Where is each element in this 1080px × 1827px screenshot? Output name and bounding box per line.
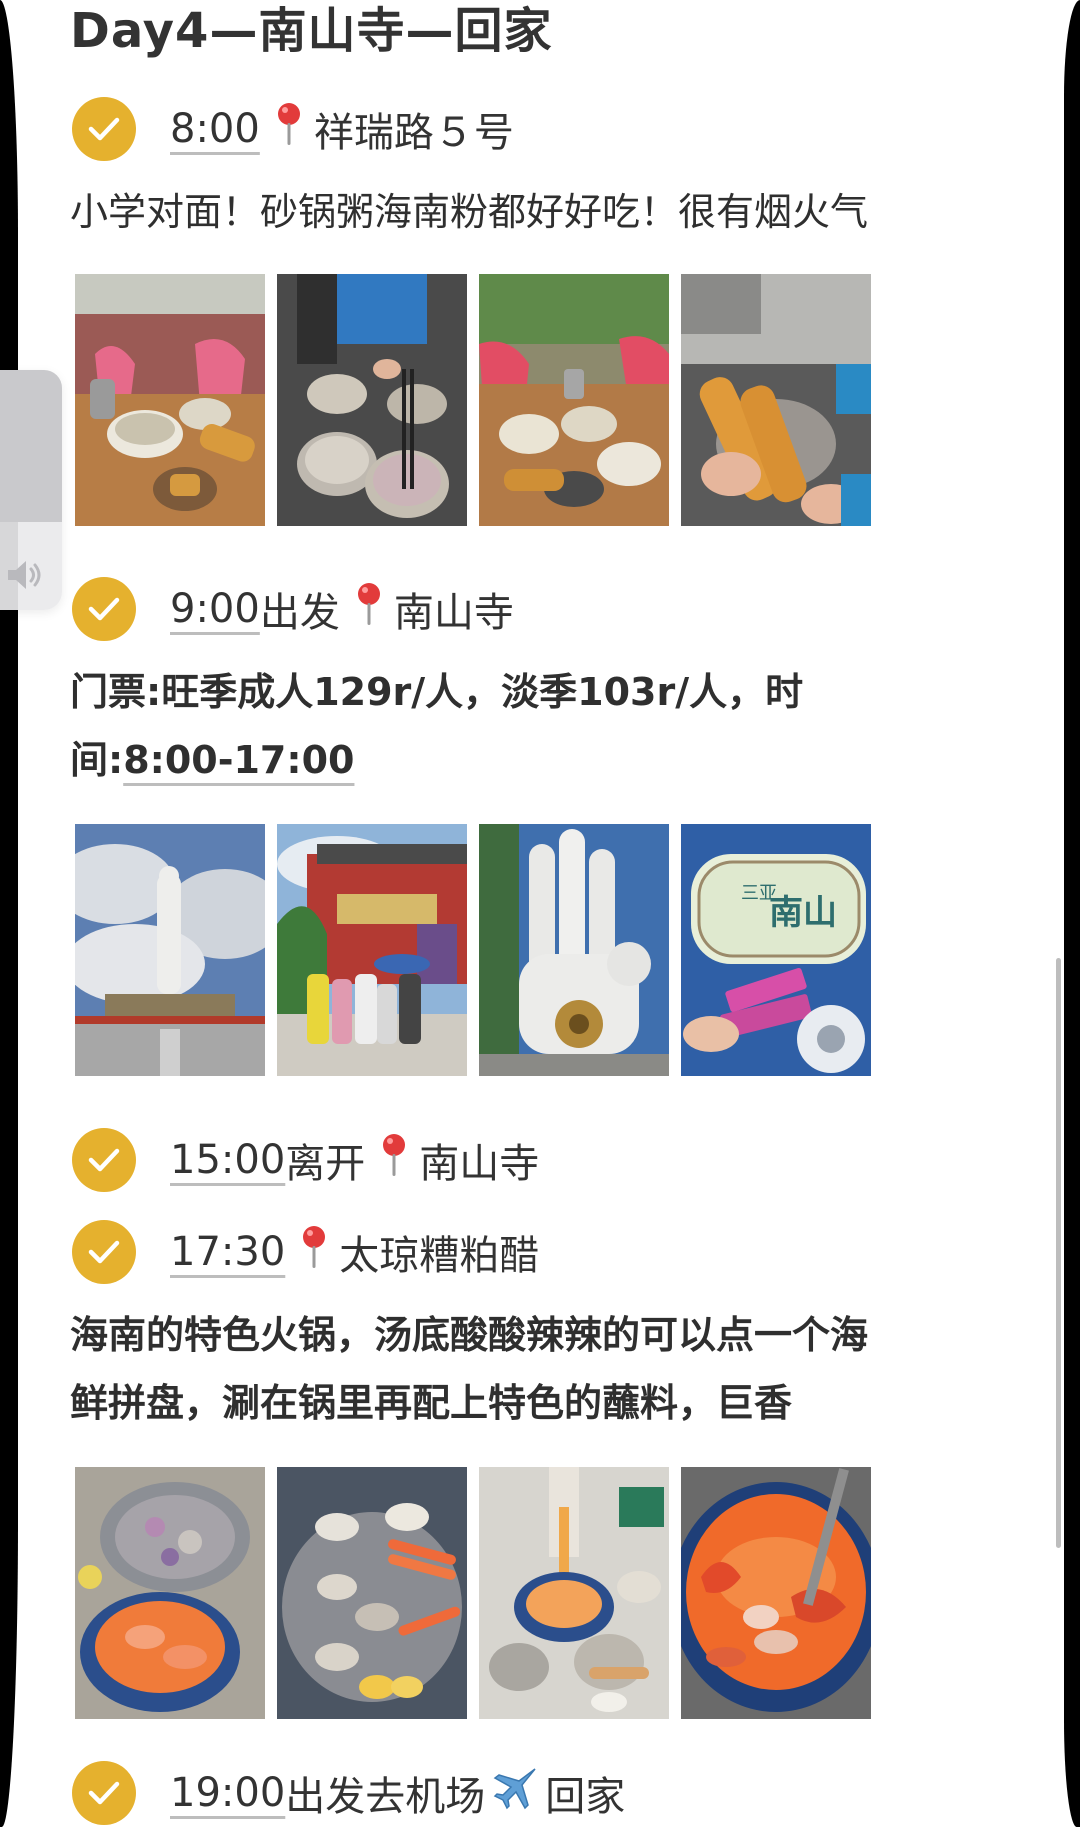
step-time: 15:00	[170, 1137, 286, 1183]
location-pin-icon	[299, 1224, 329, 1280]
airplane-icon	[491, 1765, 539, 1821]
check-circle-icon[interactable]	[72, 97, 136, 161]
photo-hotpot-1[interactable]	[75, 1467, 265, 1719]
photo-breakfast-1[interactable]	[75, 274, 265, 526]
check-circle-icon[interactable]	[72, 577, 136, 641]
widget-handle[interactable]	[0, 370, 62, 522]
dinner-line-1: 海南的特色火锅，汤底酸酸辣辣的可以点一个海	[70, 1313, 869, 1357]
step-airport: 19:00 出发去机场 回家	[72, 1760, 625, 1826]
photo-temple-3[interactable]	[479, 824, 669, 1076]
location-pin-icon	[354, 581, 384, 637]
photo-temple-4[interactable]: 三亚 南山	[681, 824, 871, 1076]
step-temple-leave: 15:00 离开 南山寺	[72, 1127, 539, 1193]
photo-hotpot-3[interactable]	[479, 1467, 669, 1719]
step-time: 17:30	[170, 1229, 286, 1275]
photo-hotpot-2[interactable]	[277, 1467, 467, 1719]
step-time: 19:00	[170, 1770, 286, 1816]
check-circle-icon[interactable]	[72, 1128, 136, 1192]
photo-breakfast-4[interactable]	[681, 274, 871, 526]
sign-main-text: 南山	[769, 893, 837, 933]
location-pin-icon	[274, 101, 304, 157]
step-place: 南山寺	[419, 1141, 540, 1187]
hours-prefix: 间:	[70, 738, 124, 782]
gallery-hotpot	[75, 1467, 871, 1719]
temple-description: 门票:旺季成人129r/人，淡季103r/人，时 间:8:00-17:00	[70, 658, 980, 794]
left-edge-shadow	[0, 0, 18, 1827]
step-time: 8:00	[170, 106, 260, 152]
day-title: Day4—南山寺—回家	[70, 3, 553, 59]
photo-breakfast-3[interactable]	[479, 274, 669, 526]
photo-hotpot-4[interactable]	[681, 1467, 871, 1719]
temple-hours: 8:00-17:00	[123, 738, 355, 782]
photo-temple-2[interactable]	[277, 824, 467, 1076]
step-dinner: 17:30 太琼糟粕醋	[72, 1219, 539, 1285]
step-breakfast: 8:00 祥瑞路５号	[72, 96, 514, 162]
temple-ticket-line: 门票:旺季成人129r/人，淡季103r/人，时	[70, 670, 804, 714]
photo-breakfast-2[interactable]	[277, 274, 467, 526]
step-action: 离开	[285, 1141, 366, 1187]
step-place: 南山寺	[393, 590, 514, 636]
speaker-icon[interactable]	[6, 558, 44, 596]
step-action: 出发	[259, 590, 340, 636]
dinner-line-2: 鲜拼盘，涮在锅里再配上特色的蘸料，巨香	[70, 1381, 793, 1425]
check-circle-icon[interactable]	[72, 1761, 136, 1825]
step-place: 祥瑞路５号	[313, 110, 514, 156]
breakfast-description: 小学对面！砂锅粥海南粉都好好吃！很有烟火气	[70, 190, 869, 234]
right-edge-shadow	[1064, 0, 1080, 1827]
step-temple-depart: 9:00 出发 南山寺	[72, 576, 514, 642]
step-place: 太琼糟粕醋	[339, 1233, 540, 1279]
step-time: 9:00	[170, 586, 260, 632]
step-place: 回家	[545, 1774, 626, 1820]
scrollbar[interactable]	[1056, 958, 1061, 1548]
gallery-temple: 三亚 南山	[75, 824, 871, 1076]
step-action: 出发去机场	[285, 1774, 486, 1820]
photo-temple-1[interactable]	[75, 824, 265, 1076]
gallery-breakfast	[75, 274, 871, 526]
dinner-description: 海南的特色火锅，汤底酸酸辣辣的可以点一个海 鲜拼盘，涮在锅里再配上特色的蘸料，巨…	[70, 1301, 980, 1437]
location-pin-icon	[379, 1132, 409, 1188]
check-circle-icon[interactable]	[72, 1220, 136, 1284]
temple-hours-line: 间:8:00-17:00	[70, 726, 980, 794]
